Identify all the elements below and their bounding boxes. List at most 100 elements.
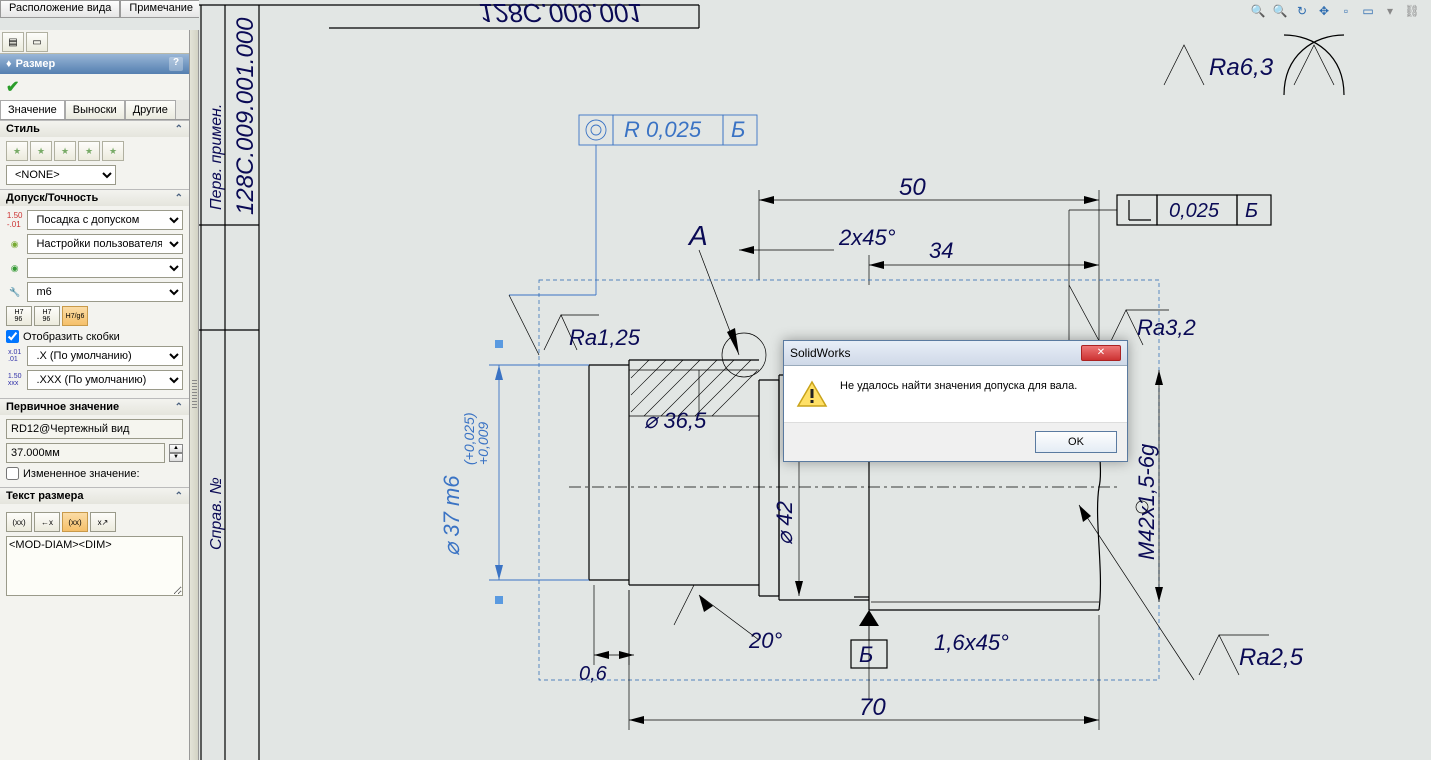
precision-icon-2: 1.50xxx xyxy=(6,371,23,389)
hole-basis-icon: ◉ xyxy=(6,235,23,253)
text-center-button[interactable]: (xx) xyxy=(6,512,32,532)
gtol-runout-frame: R 0,025 Б xyxy=(509,115,757,295)
precision-icon-1: x.01.01 xyxy=(6,347,23,365)
svg-text:Ra1,25: Ra1,25 xyxy=(569,325,641,350)
top-dimensions: 50 34 2x45° xyxy=(739,174,1099,365)
section-letter-a: А xyxy=(687,220,708,251)
style-header: Стиль xyxy=(6,123,40,135)
tolerance-header: Допуск/Точность xyxy=(6,192,98,204)
svg-text:Б: Б xyxy=(1245,200,1258,222)
text-above-button[interactable]: x↗ xyxy=(90,512,116,532)
property-sheet-icon[interactable]: ▭ xyxy=(26,32,48,52)
svg-text:Ra3,2: Ra3,2 xyxy=(1137,315,1196,340)
section-dimtext: Текст размера ⌃ (xx) ←x (xx) x↗ <MOD-DIAM… xyxy=(0,487,189,603)
svg-text:M42x1,5-6g: M42x1,5-6g xyxy=(1134,443,1159,560)
linear-h7g6-button[interactable]: H7/g6 xyxy=(62,306,88,326)
tol-icon-1: 1.50-.01 xyxy=(6,211,23,229)
ra25-symbol: Ra2,5 xyxy=(1079,505,1304,680)
dimtext-header: Текст размера xyxy=(6,490,83,502)
shaft-basis-icon: ◉ xyxy=(6,259,23,277)
section-tolerance: Допуск/Точность ⌃ 1.50-.01 Посадка с допу… xyxy=(0,189,189,398)
style-combo[interactable]: <NONE> xyxy=(6,165,116,185)
dimension-value-field[interactable] xyxy=(6,443,165,463)
confirm-row: ✔ xyxy=(0,74,189,100)
show-brackets-check[interactable]: Отобразить скобки xyxy=(6,330,183,343)
dialog-close-button[interactable]: ✕ xyxy=(1081,345,1121,361)
fit-type-combo[interactable]: Посадка с допуском xyxy=(27,210,183,230)
sprav-no-label: Справ. № xyxy=(208,477,225,550)
feature-tree-icon[interactable]: ▤ xyxy=(2,32,24,52)
property-header: ♦ Размер ? xyxy=(0,54,189,74)
hole-class-combo[interactable] xyxy=(27,258,183,278)
dialog-ok-button[interactable]: OK xyxy=(1035,431,1117,453)
svg-text:34: 34 xyxy=(929,238,953,263)
stacked-h7-button-2[interactable]: H796 xyxy=(34,306,60,326)
tab-view-layout[interactable]: Расположение вида xyxy=(0,0,120,18)
dialog-message: Не удалось найти значения допуска для ва… xyxy=(840,380,1077,392)
svg-text:Ra6,3: Ra6,3 xyxy=(1209,54,1274,81)
property-title: Размер xyxy=(16,58,169,70)
shaft-class-icon: 🔧 xyxy=(6,283,23,301)
selected-dimension: ⌀ 37 m6 (+0,025) +0,009 xyxy=(439,340,589,604)
chevron-up-icon[interactable]: ⌃ xyxy=(175,124,183,135)
property-subtabs: Значение Выноски Другие xyxy=(0,100,189,120)
general-roughness: Ra6,3 xyxy=(1164,35,1344,95)
ok-check-icon[interactable]: ✔ xyxy=(6,79,19,96)
dimension-name-field[interactable] xyxy=(6,419,183,439)
user-settings-combo[interactable]: Настройки пользователя xyxy=(27,234,183,254)
svg-text:2x45°: 2x45° xyxy=(838,225,896,250)
groove-dims: 0,6 20° xyxy=(579,585,782,685)
svg-text:0,6: 0,6 xyxy=(579,663,608,685)
svg-text:Ra2,5: Ra2,5 xyxy=(1239,644,1304,671)
svg-text:50: 50 xyxy=(899,174,926,201)
primary-precision-combo[interactable]: .X (По умолчанию) xyxy=(27,346,183,366)
primary-header: Первичное значение xyxy=(6,401,119,413)
error-dialog: SolidWorks ✕ Не удалось найти значения д… xyxy=(783,340,1128,462)
tab-note[interactable]: Примечание xyxy=(120,0,202,18)
panel-collapse-handle[interactable] xyxy=(190,30,199,760)
svg-text:Б: Б xyxy=(859,642,873,667)
svg-text:1,6x45°: 1,6x45° xyxy=(934,630,1009,655)
override-check[interactable]: Измененное значение: xyxy=(6,467,183,480)
text-left-button[interactable]: ←x xyxy=(34,512,60,532)
subtab-extensions[interactable]: Выноски xyxy=(65,100,125,119)
chevron-up-icon[interactable]: ⌃ xyxy=(175,402,183,413)
perv-primen-label: Перв. примен. xyxy=(208,104,225,210)
section-primary: Первичное значение ⌃ ▲▼ Измененное значен… xyxy=(0,398,189,487)
dialog-title: SolidWorks xyxy=(790,346,850,360)
warning-icon xyxy=(796,380,828,408)
help-button[interactable]: ? xyxy=(169,57,183,71)
titleblock-mirror-text: 128С.009.001 xyxy=(479,0,642,28)
subtab-other[interactable]: Другие xyxy=(125,100,176,119)
tolerance-precision-combo[interactable]: .XXX (По умолчанию) xyxy=(27,370,183,390)
svg-text:Б: Б xyxy=(731,117,745,142)
style-save-icon[interactable]: ★ xyxy=(102,141,124,161)
thread-callout: M42x1,5-6g xyxy=(1134,370,1163,602)
svg-text:+0,009: +0,009 xyxy=(475,422,491,465)
panel-tab-icons: ▤ ▭ xyxy=(0,30,189,54)
chevron-up-icon[interactable]: ⌃ xyxy=(175,193,183,204)
section-style: Стиль ⌃ ★ ★ ★ ★ ★ <NONE> xyxy=(0,120,189,189)
chevron-up-icon[interactable]: ⌃ xyxy=(175,491,183,502)
titleblock-number: 128С.009.001.000 xyxy=(232,17,259,215)
chamfer-16: 1,6x45° Б xyxy=(851,610,1009,700)
property-panel: ▤ ▭ ♦ Размер ? ✔ Значение Выноски Другие… xyxy=(0,30,190,760)
svg-text:⌀ 42: ⌀ 42 xyxy=(772,501,797,545)
svg-text:70: 70 xyxy=(859,694,886,721)
shaft-class-combo[interactable]: m6 xyxy=(27,282,183,302)
style-load-icon[interactable]: ★ xyxy=(78,141,100,161)
svg-text:⌀ 37 m6: ⌀ 37 m6 xyxy=(439,475,464,556)
dimension-icon: ♦ xyxy=(6,58,12,70)
style-del-icon[interactable]: ★ xyxy=(54,141,76,161)
text-right-button[interactable]: (xx) xyxy=(62,512,88,532)
svg-text:R 0,025: R 0,025 xyxy=(624,117,702,142)
ra125-symbol: Ra1,25 xyxy=(509,295,641,355)
dimension-text-area[interactable]: <MOD-DIAM><DIM> xyxy=(6,536,183,596)
svg-text:0,025: 0,025 xyxy=(1169,200,1220,222)
spin-up[interactable]: ▲ xyxy=(169,444,183,453)
style-add2-icon[interactable]: ★ xyxy=(30,141,52,161)
style-add-icon[interactable]: ★ xyxy=(6,141,28,161)
stacked-h7-button[interactable]: H796 xyxy=(6,306,32,326)
spin-down[interactable]: ▼ xyxy=(169,453,183,462)
subtab-value[interactable]: Значение xyxy=(0,100,65,119)
